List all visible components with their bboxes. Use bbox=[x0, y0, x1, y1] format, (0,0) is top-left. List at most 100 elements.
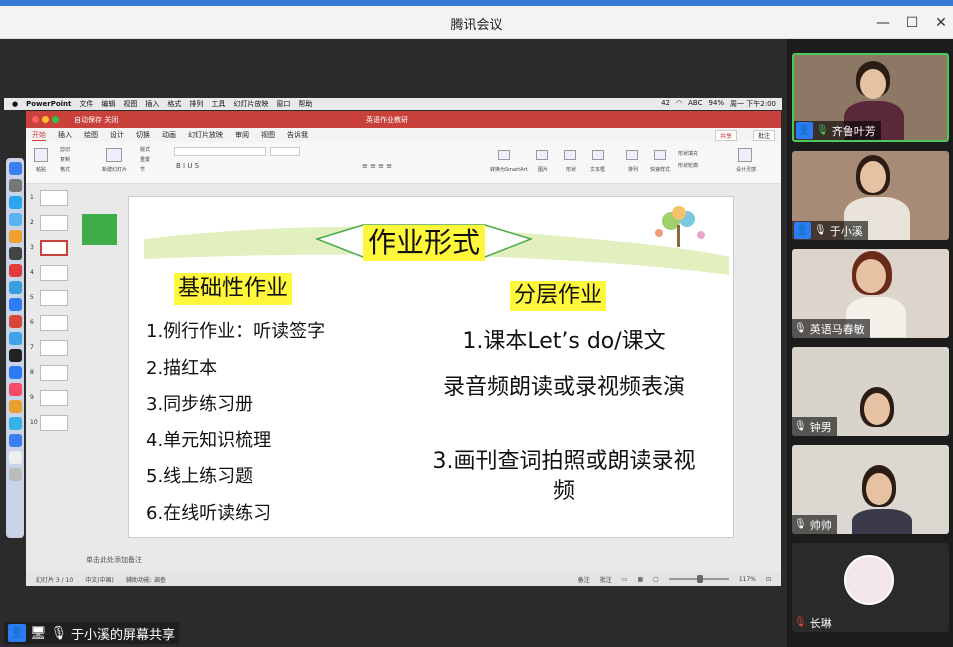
new-slide-icon[interactable] bbox=[106, 148, 122, 162]
reset-button[interactable]: 重置 bbox=[140, 156, 150, 163]
menu-slideshow[interactable]: 幻灯片放映 bbox=[233, 99, 268, 109]
app-red-icon[interactable] bbox=[8, 264, 22, 277]
music-icon[interactable] bbox=[8, 383, 22, 396]
slide-thumb[interactable]: 2 bbox=[30, 215, 70, 235]
slide-thumb[interactable]: 1 bbox=[30, 190, 70, 210]
slide-thumb[interactable]: 7 bbox=[30, 340, 70, 360]
mail-icon[interactable] bbox=[8, 213, 22, 226]
arrange-icon[interactable] bbox=[626, 150, 638, 160]
slide-thumb-active[interactable]: 3 bbox=[30, 240, 70, 260]
participant-tile[interactable]: 🎙 长琳 bbox=[792, 543, 949, 632]
shape-fill-button[interactable]: 形状填充 bbox=[678, 150, 698, 157]
tab-review[interactable]: 审阅 bbox=[235, 130, 249, 140]
format-painter-button[interactable]: 格式 bbox=[60, 166, 70, 173]
shape-outline-button[interactable]: 形状轮廓 bbox=[678, 162, 698, 169]
menu-file[interactable]: 文件 bbox=[79, 99, 93, 109]
menu-arrange[interactable]: 排列 bbox=[189, 99, 203, 109]
menu-help[interactable]: 帮助 bbox=[298, 99, 312, 109]
shape-icon[interactable] bbox=[564, 150, 576, 160]
notes-pane[interactable]: 单击此处添加备注 bbox=[86, 555, 142, 565]
slide-thumb[interactable]: 6 bbox=[30, 315, 70, 335]
close-icon[interactable]: ✕ bbox=[931, 14, 951, 32]
font-name-select[interactable] bbox=[174, 147, 266, 156]
slide-canvas[interactable]: 作业形式 基础性作业 分层作业 1.例行作业：听读签字 2.描红本 3.同步练习… bbox=[128, 196, 734, 538]
zoom-slider-thumb[interactable] bbox=[696, 575, 703, 583]
slide-thumb[interactable]: 8 bbox=[30, 365, 70, 385]
menu-insert[interactable]: 插入 bbox=[145, 99, 159, 109]
tab-design[interactable]: 设计 bbox=[110, 130, 124, 140]
minimize-dot-icon[interactable] bbox=[42, 116, 49, 123]
menu-format[interactable]: 格式 bbox=[167, 99, 181, 109]
fit-slide-icon[interactable]: ⊡ bbox=[766, 576, 771, 583]
font-size-select[interactable] bbox=[270, 147, 300, 156]
tab-draw[interactable]: 绘图 bbox=[84, 130, 98, 140]
cut-button[interactable]: 剪切 bbox=[60, 146, 70, 153]
participant-tile[interactable]: 🎙 帅帅 bbox=[792, 445, 949, 534]
slide-thumb[interactable]: 5 bbox=[30, 290, 70, 310]
cloud-icon[interactable] bbox=[8, 281, 22, 294]
section-button[interactable]: 节 bbox=[140, 166, 145, 173]
view-sorter-icon[interactable]: ▦ bbox=[637, 576, 643, 583]
picture-icon[interactable] bbox=[536, 150, 548, 160]
textbox-icon[interactable] bbox=[592, 150, 604, 160]
bars-icon[interactable] bbox=[8, 400, 22, 413]
copy-button[interactable]: 复制 bbox=[60, 156, 70, 163]
launchpad-icon[interactable] bbox=[8, 179, 22, 192]
participant-tile[interactable]: 👤 🎙 于小溪 bbox=[792, 151, 949, 240]
tab-view[interactable]: 视图 bbox=[261, 130, 275, 140]
tab-transitions[interactable]: 切换 bbox=[136, 130, 150, 140]
autosave-toggle[interactable]: 自动保存 关闭 bbox=[74, 115, 118, 125]
tab-tell-me[interactable]: 告诉我 bbox=[287, 130, 308, 140]
slide-thumb[interactable]: 10 bbox=[30, 415, 70, 435]
participant-tile[interactable]: 👤 🎙 齐鲁叶芳 bbox=[792, 53, 949, 142]
menu-window[interactable]: 窗口 bbox=[276, 99, 290, 109]
participant-tile[interactable]: 🎙 钟男 bbox=[792, 347, 949, 436]
trash-icon[interactable] bbox=[8, 468, 22, 481]
document-icon[interactable] bbox=[8, 451, 22, 464]
charts-icon[interactable] bbox=[8, 230, 22, 243]
menu-tools[interactable]: 工具 bbox=[211, 99, 225, 109]
menu-view[interactable]: 视图 bbox=[123, 99, 137, 109]
designer-icon[interactable] bbox=[738, 148, 752, 162]
menu-edit[interactable]: 编辑 bbox=[101, 99, 115, 109]
comments-button[interactable]: 批注 bbox=[752, 130, 775, 141]
view-normal-icon[interactable]: ▭ bbox=[622, 576, 628, 583]
appstore-icon[interactable] bbox=[8, 417, 22, 430]
zoom-dot-icon[interactable] bbox=[52, 116, 59, 123]
app-blue-icon[interactable] bbox=[8, 366, 22, 379]
zoom-slider[interactable] bbox=[668, 575, 729, 583]
tab-animations[interactable]: 动画 bbox=[162, 130, 176, 140]
accessibility-status[interactable]: 辅助功能: 调查 bbox=[126, 575, 166, 584]
screen-share-indicator[interactable]: 👤 🖥 🎙 于小溪的屏幕共享 bbox=[4, 622, 180, 644]
minimize-icon[interactable]: — bbox=[873, 14, 893, 32]
layout-button[interactable]: 版式 bbox=[140, 146, 150, 153]
finder-icon[interactable] bbox=[8, 162, 22, 175]
font-style-buttons[interactable]: B I U S bbox=[176, 162, 199, 170]
right-list-item: 3.画刊查词拍照或朗读录视频 bbox=[432, 449, 696, 504]
tencent-meeting-icon[interactable] bbox=[8, 298, 22, 311]
maximize-icon[interactable]: ☐ bbox=[902, 14, 922, 32]
participant-tile[interactable]: 🎙 英语马春敏 bbox=[792, 249, 949, 338]
slide-thumb[interactable]: 9 bbox=[30, 390, 70, 410]
close-dot-icon[interactable] bbox=[32, 116, 39, 123]
ppt-status-bar: 幻灯片 3 / 10 中文(中国) 辅助功能: 调查 备注 批注 ▭ ▦ ▢ 1… bbox=[26, 572, 781, 586]
comments-toggle[interactable]: 批注 bbox=[600, 575, 612, 584]
quick-styles-icon[interactable] bbox=[654, 150, 666, 160]
zoom-level[interactable]: 117% bbox=[739, 576, 756, 583]
tab-slideshow[interactable]: 幻灯片放映 bbox=[188, 130, 223, 140]
view-reading-icon[interactable]: ▢ bbox=[653, 576, 659, 583]
weather-icon[interactable] bbox=[8, 332, 22, 345]
tab-home[interactable]: 开始 bbox=[32, 130, 46, 141]
smartart-icon[interactable] bbox=[498, 150, 510, 160]
settings-icon[interactable] bbox=[8, 247, 22, 260]
notes-toggle[interactable]: 备注 bbox=[578, 575, 590, 584]
paste-icon[interactable] bbox=[34, 148, 48, 162]
paragraph-buttons[interactable]: ≡ ≡ ≡ ≡ bbox=[362, 162, 392, 170]
tab-insert[interactable]: 插入 bbox=[58, 130, 72, 140]
safari-icon[interactable] bbox=[8, 196, 22, 209]
share-button[interactable]: 共享 bbox=[714, 130, 737, 141]
slide-thumb[interactable]: 4 bbox=[30, 265, 70, 285]
app-icon-extra[interactable] bbox=[8, 434, 22, 447]
qq-icon[interactable] bbox=[8, 349, 22, 362]
powerpoint-icon[interactable] bbox=[8, 315, 22, 328]
